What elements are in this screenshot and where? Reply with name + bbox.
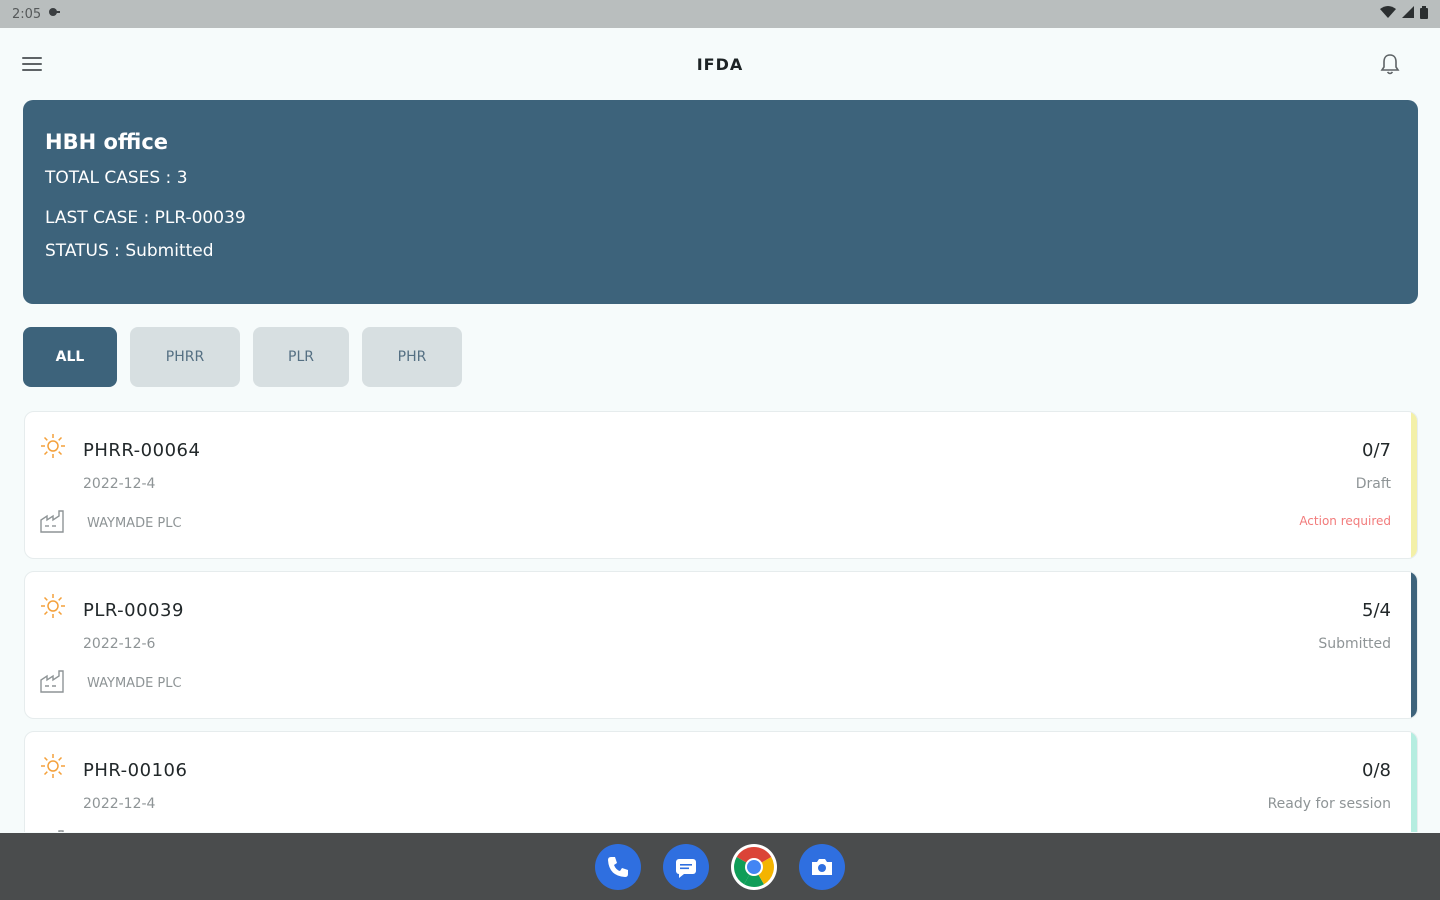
- app-title: IFDA: [696, 54, 744, 74]
- factory-icon: [40, 510, 64, 533]
- sun-icon: [41, 594, 65, 618]
- company-name: WAYMADE PLC: [87, 676, 182, 691]
- office-name: HBH office: [45, 130, 169, 154]
- filter-tabs: ALL PHRR PLR PHR: [23, 327, 462, 387]
- messages-icon[interactable]: [663, 843, 709, 890]
- last-case: LAST CASE : PLR-00039: [45, 208, 246, 228]
- last-case-status: STATUS : Submitted: [45, 241, 214, 261]
- case-status: Ready for session: [1267, 796, 1391, 812]
- case-date: 2022-12-4: [83, 796, 156, 812]
- signal-icon: [1402, 6, 1414, 22]
- case-status: Submitted: [1318, 636, 1391, 652]
- case-date: 2022-12-4: [83, 476, 156, 492]
- case-card[interactable]: PHRR-00064 2022-12-4 WAYMADE PLC 0/7 Dra…: [24, 411, 1418, 559]
- tab-phrr[interactable]: PHRR: [130, 327, 240, 387]
- battery-icon: [1420, 5, 1428, 23]
- factory-icon: [40, 670, 64, 693]
- case-card[interactable]: PLR-00039 2022-12-6 WAYMADE PLC 5/4 Subm…: [24, 571, 1418, 719]
- tab-all[interactable]: ALL: [23, 327, 117, 387]
- status-left: 2:05: [12, 6, 61, 22]
- tab-plr[interactable]: PLR: [253, 327, 349, 387]
- status-right: [1380, 5, 1428, 23]
- camera-icon[interactable]: [799, 843, 845, 890]
- notification-icon: [47, 6, 61, 22]
- office-summary-card: HBH office TOTAL CASES : 3 LAST CASE : P…: [23, 100, 1418, 304]
- case-progress: 0/8: [1362, 760, 1391, 781]
- case-id: PHRR-00064: [83, 440, 201, 461]
- menu-icon[interactable]: [20, 54, 44, 74]
- sun-icon: [41, 754, 65, 778]
- case-id: PHR-00106: [83, 760, 188, 781]
- case-progress: 5/4: [1362, 600, 1391, 621]
- system-dock: [0, 833, 1440, 900]
- case-card[interactable]: PHR-00106 2022-12-4 0/8 Ready for sessio…: [24, 731, 1418, 832]
- app-bar: IFDA: [0, 28, 1440, 100]
- tab-phr[interactable]: PHR: [362, 327, 462, 387]
- case-accent-bar: [1411, 572, 1417, 718]
- action-required-label: Action required: [1299, 514, 1391, 528]
- case-progress: 0/7: [1362, 440, 1391, 461]
- notification-bell-icon[interactable]: [1376, 50, 1404, 78]
- case-status: Draft: [1355, 476, 1391, 492]
- total-cases: TOTAL CASES : 3: [45, 168, 188, 188]
- phone-icon[interactable]: [595, 843, 641, 890]
- chrome-icon[interactable]: [731, 843, 777, 890]
- case-id: PLR-00039: [83, 600, 184, 621]
- case-accent-bar: [1411, 732, 1417, 832]
- wifi-icon: [1380, 6, 1396, 22]
- sun-icon: [41, 434, 65, 458]
- status-time: 2:05: [12, 6, 42, 22]
- company-name: WAYMADE PLC: [87, 516, 182, 531]
- case-list: PHRR-00064 2022-12-4 WAYMADE PLC 0/7 Dra…: [24, 411, 1418, 832]
- case-date: 2022-12-6: [83, 636, 156, 652]
- system-status-bar: 2:05: [0, 0, 1440, 28]
- case-accent-bar: [1411, 412, 1417, 558]
- factory-icon: [58, 830, 64, 832]
